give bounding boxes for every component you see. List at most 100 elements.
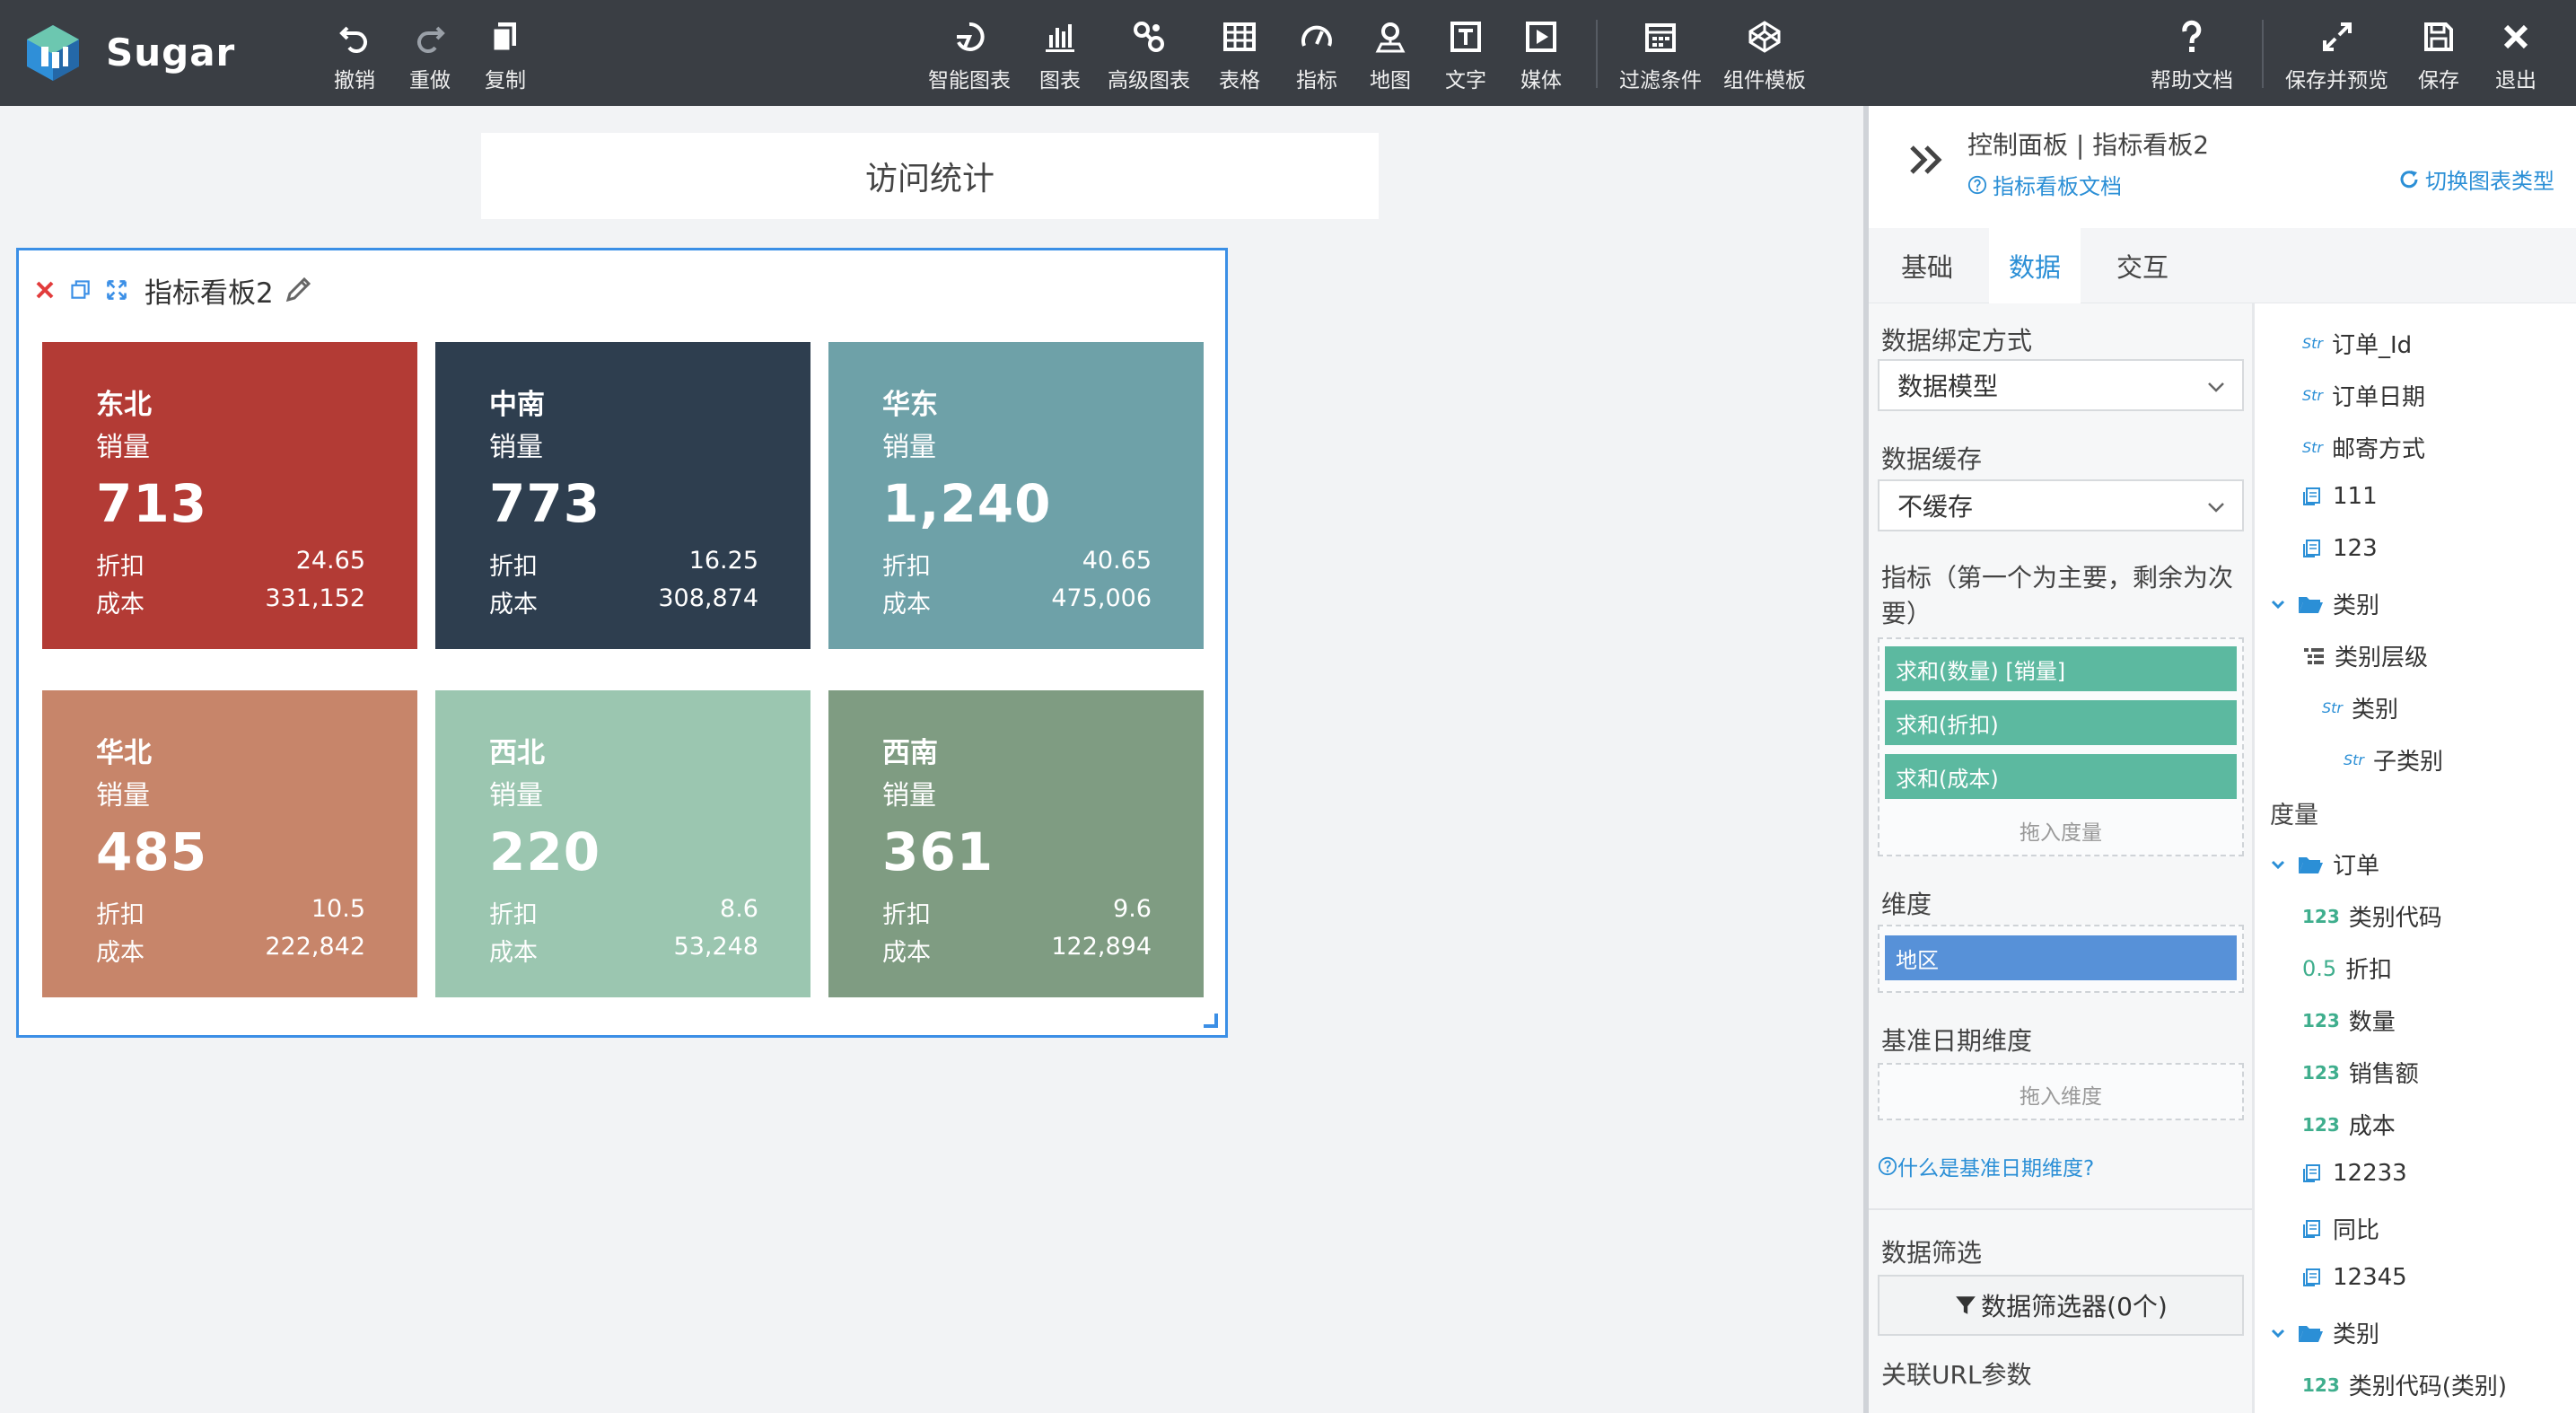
measures-group-label: 度量 [2270,802,2318,829]
discount-value: 40.65 [1082,547,1152,575]
field-item[interactable]: Str 邮寄方式 [2302,431,2425,464]
indicator-button[interactable]: 指标 [1296,16,1337,93]
field-item[interactable]: 123 类别代码(类别) [2302,1368,2507,1401]
advanced-chart-button[interactable]: 高级图表 [1108,16,1190,93]
field-item[interactable]: 123 销售额 [2302,1056,2419,1089]
card-region: 西南 [882,737,938,769]
card-cost-row: 成本 122,894 [882,933,1152,968]
measures-label-cont: 要） [1881,599,1932,628]
folder-category[interactable]: 类别 [2270,1316,2379,1349]
field-name: 111 [2333,483,2378,510]
text-button[interactable]: 文字 [1445,16,1486,93]
field-item[interactable]: Str 订单_Id [2302,327,2412,360]
tab-basic[interactable]: 基础 [1881,228,1973,303]
data-config-column: 数据绑定方式 数据模型 数据缓存 不缓存 指标（第一个为主要，剩余为次 要） 求… [1869,303,2255,1413]
toolbar-separator [2262,20,2264,88]
switch-chart-type-link[interactable]: 切换图表类型 [2398,163,2554,195]
tab-data[interactable]: 数据 [1989,228,2081,303]
chevron-down-icon [2208,382,2224,392]
doc-link[interactable]: 指标看板文档 [1967,169,2122,200]
measure-chip[interactable]: 求和(折扣) [1885,700,2237,745]
table-button[interactable]: 表格 [1219,16,1260,93]
dimension-label: 维度 [1881,890,1932,919]
data-filter-button[interactable]: 数据筛选器(0个) [1878,1275,2244,1336]
resize-handle[interactable] [1204,1014,1218,1028]
fullscreen-icon[interactable] [103,276,130,303]
undo-button[interactable]: 撤销 [334,16,375,93]
field-item[interactable]: 123 成本 [2302,1108,2396,1141]
delete-icon[interactable] [31,276,58,303]
tab-interaction[interactable]: 交互 [2097,228,2188,303]
bind-mode-select[interactable]: 数据模型 [1878,359,2244,411]
drop-measure-hint: 拖入度量 [2020,821,2102,845]
field-name: 订单 [2333,853,2380,880]
exit-button[interactable]: 退出 [2495,16,2537,93]
save-preview-button[interactable]: 保存并预览 [2285,16,2388,93]
cache-select[interactable]: 不缓存 [1878,479,2244,531]
panel-title: 控制面板 | 指标看板2 [1967,130,2210,160]
save-button[interactable]: 保存 [2418,16,2459,93]
help-doc-button[interactable]: 帮助文档 [2151,16,2233,93]
duplicate-icon[interactable] [67,276,94,303]
indicator-card-5[interactable]: 西北 销量 220 折扣 8.6 成本 53,248 [435,690,810,997]
media-play-icon [1520,16,1562,57]
page-title[interactable]: 访问统计 [481,133,1379,219]
field-item[interactable]: Str 类别 [2322,691,2398,724]
field-item[interactable]: Str 子类别 [2344,743,2443,777]
measures-label: 指标（第一个为主要，剩余为次 [1881,563,2234,592]
codepen-cube-icon [1744,16,1785,57]
copy-button[interactable]: 复制 [485,16,526,93]
field-hierarchy[interactable]: 类别层级 [2302,639,2428,672]
indicator-card-4[interactable]: 华北 销量 485 折扣 10.5 成本 222,842 [42,690,417,997]
media-button[interactable]: 媒体 [1520,16,1562,93]
chevron-down-icon[interactable] [2270,596,2286,612]
field-name: 数量 [2348,1009,2396,1036]
measure-chip[interactable]: 求和(数量) [销量] [1885,646,2237,691]
indicator-card-1[interactable]: 东北 销量 713 折扣 24.65 成本 331,152 [42,342,417,649]
date-dimension-dropzone[interactable]: 拖入维度 [1878,1063,2244,1120]
filter-condition-button[interactable]: 过滤条件 [1619,16,1702,93]
field-item[interactable]: 123 [2302,535,2378,562]
chevron-down-icon[interactable] [2270,1325,2286,1341]
measures-dropzone[interactable]: 求和(数量) [销量] 求和(折扣) 求和(成本) 拖入度量 [1878,637,2244,856]
field-item[interactable]: 同比 [2302,1212,2379,1245]
indicator-card-3[interactable]: 华东 销量 1,240 折扣 40.65 成本 475,006 [828,342,1204,649]
advanced-chart-icon [1128,16,1170,57]
double-chevron-right-icon[interactable] [1906,140,1946,180]
date-dimension-help-link[interactable]: 什么是基准日期维度? [1878,1151,2094,1181]
folder-category[interactable]: 类别 [2270,587,2379,620]
field-item[interactable]: 123 类别代码 [2302,900,2442,933]
field-item[interactable]: 12233 [2302,1160,2407,1187]
map-button[interactable]: 地图 [1370,16,1411,93]
card-metric-label: 销量 [96,780,150,812]
discount-value: 16.25 [688,547,758,575]
indicator-card-2[interactable]: 中南 销量 773 折扣 16.25 成本 308,874 [435,342,810,649]
card-discount-row: 折扣 10.5 [96,895,365,930]
discount-value: 10.5 [311,895,365,923]
discount-label: 折扣 [96,901,145,929]
redo-button[interactable]: 重做 [409,16,451,93]
card-discount-row: 折扣 40.65 [882,547,1152,582]
bar-chart-icon [1039,16,1081,57]
gauge-icon [1296,16,1337,57]
folder-order[interactable]: 订单 [2270,847,2379,881]
number-type-icon: 123 [2302,905,2340,927]
dimension-dropzone[interactable]: 地区 [1878,925,2244,993]
dimension-chip[interactable]: 地区 [1885,935,2237,980]
chart-button[interactable]: 图表 [1039,16,1081,93]
pencil-edit-icon[interactable] [283,275,313,305]
chevron-down-icon[interactable] [2270,856,2286,873]
component-template-button[interactable]: 组件模板 [1723,16,1806,93]
indicator-card-6[interactable]: 西南 销量 361 折扣 9.6 成本 122,894 [828,690,1204,997]
field-item[interactable]: 123 数量 [2302,1004,2396,1037]
number-type-icon: 123 [2302,1009,2340,1031]
discount-label: 折扣 [882,553,931,581]
measure-chip[interactable]: 求和(成本) [1885,754,2237,799]
smart-chart-button[interactable]: 智能图表 [928,16,1011,93]
field-item[interactable]: Str 订单日期 [2302,379,2425,412]
indicator-board-widget[interactable]: 指标看板2 东北 销量 713 折扣 24.65 成本 331,152 中南 销量 773 折扣 16… [16,248,1228,1038]
field-item[interactable]: 111 [2302,483,2378,510]
field-item[interactable]: 0.5 折扣 [2302,952,2392,985]
field-item[interactable]: 12345 [2302,1264,2407,1291]
card-region: 西北 [489,737,545,769]
